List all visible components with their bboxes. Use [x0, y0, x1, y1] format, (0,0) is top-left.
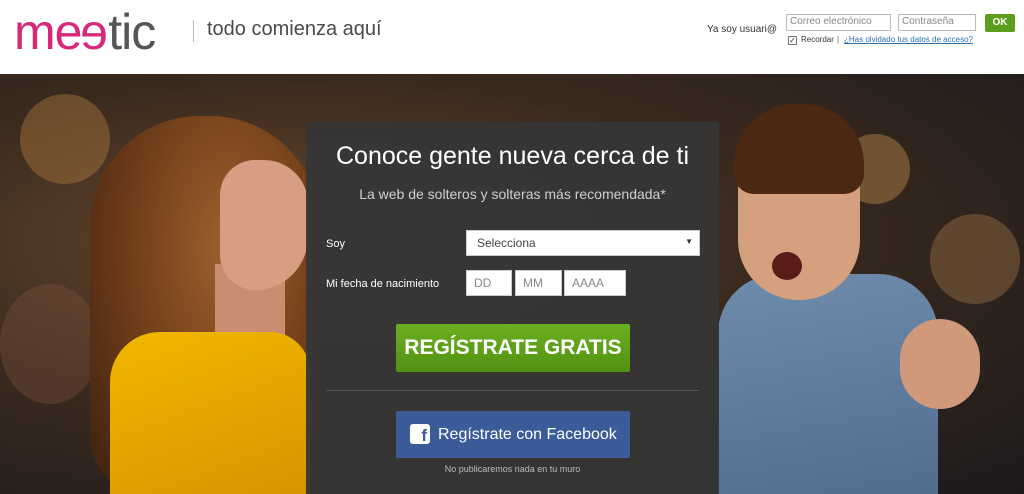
login-label: Ya soy usuari@	[707, 24, 777, 35]
woman-figure-dress	[110, 332, 310, 494]
tagline: todo comienza aquí	[207, 18, 382, 40]
forgot-credentials-link[interactable]: ¿Has olvidado tus datos de acceso?	[844, 35, 973, 44]
remember-label: Recordar	[801, 35, 834, 44]
facebook-button-label: Regístrate con Facebook	[438, 426, 617, 443]
gender-label: Soy	[326, 238, 345, 250]
register-free-button[interactable]: REGÍSTRATE GRATIS	[396, 324, 630, 372]
gender-select[interactable]: Selecciona ▼	[466, 230, 700, 256]
man-figure-hand	[900, 319, 980, 409]
facebook-icon: f	[410, 424, 430, 445]
email-field[interactable]: Correo electrónico	[786, 14, 891, 31]
bokeh-light	[20, 94, 110, 184]
birth-year-field[interactable]: AAAA	[564, 270, 626, 296]
remember-checkbox[interactable]: ✓	[788, 36, 797, 45]
man-figure-mouth	[772, 252, 802, 280]
logo-text-part1: me	[14, 4, 82, 60]
registration-panel: Conoce gente nueva cerca de ti La web de…	[306, 122, 719, 494]
man-figure-hair	[734, 104, 864, 194]
woman-figure-face	[220, 160, 308, 290]
birth-day-field[interactable]: DD	[466, 270, 512, 296]
remember-separator: |	[837, 35, 840, 44]
bokeh-light	[930, 214, 1020, 304]
registration-subtitle: La web de solteros y solteras más recome…	[359, 186, 666, 202]
logo-text-part2: e	[81, 4, 109, 60]
top-header: meetic todo comienza aquí Ya soy usuari@…	[0, 0, 1024, 74]
password-field[interactable]: Contraseña	[898, 14, 976, 31]
facebook-register-button[interactable]: f Regístrate con Facebook	[396, 411, 630, 458]
section-divider	[326, 390, 699, 391]
tagline-divider	[193, 20, 194, 42]
logo-text-part3: tic	[108, 4, 156, 60]
facebook-privacy-note: No publicaremos nada en tu muro	[444, 464, 581, 474]
dropdown-arrow-icon: ▼	[685, 237, 693, 246]
registration-title: Conoce gente nueva cerca de ti	[335, 142, 689, 170]
gender-select-value: Selecciona	[477, 236, 536, 250]
birthdate-label: Mi fecha de nacimiento	[326, 278, 440, 290]
meetic-logo[interactable]: meetic	[14, 2, 156, 62]
bokeh-light	[0, 284, 100, 404]
birth-month-field[interactable]: MM	[515, 270, 562, 296]
login-ok-button[interactable]: OK	[985, 14, 1015, 32]
